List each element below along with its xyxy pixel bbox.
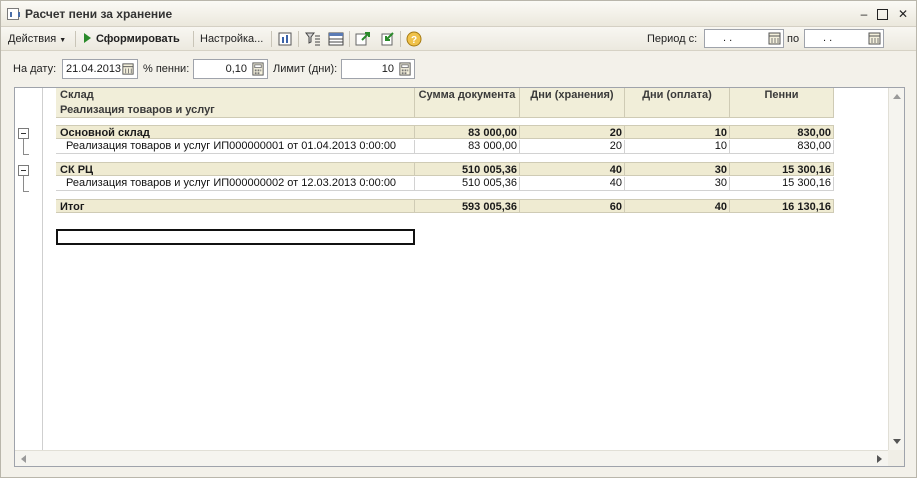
detail-amount: 510 005,36 xyxy=(415,177,520,191)
toolbar-separator xyxy=(349,31,350,47)
calculator-icon[interactable] xyxy=(251,62,265,76)
detail-penalty: 15 300,16 xyxy=(730,177,834,191)
period-from-label: Период с: xyxy=(647,33,698,45)
limit-value: 10 xyxy=(381,63,394,75)
collapse-icon[interactable] xyxy=(18,165,29,176)
header-warehouse: Склад xyxy=(56,88,415,103)
report-settings-icon[interactable] xyxy=(277,31,293,47)
scroll-left-icon[interactable] xyxy=(21,455,26,463)
calendar-icon[interactable] xyxy=(867,31,882,46)
group-days-payment: 30 xyxy=(625,162,730,176)
period-to-field[interactable]: . . xyxy=(804,29,884,48)
export-icon[interactable] xyxy=(355,31,371,47)
toolbar-separator xyxy=(298,31,299,47)
detail-days-payment: 10 xyxy=(625,140,730,154)
cell-selection[interactable] xyxy=(56,229,415,245)
window-title: Расчет пени за хранение xyxy=(25,7,173,21)
total-days-storage: 60 xyxy=(520,199,625,213)
detail-days-storage: 20 xyxy=(520,140,625,154)
report-window: Расчет пени за хранение – ✕ Действия ▼ С… xyxy=(0,0,917,478)
table-icon[interactable] xyxy=(328,31,344,47)
calendar-icon[interactable] xyxy=(767,31,782,46)
total-days-payment: 40 xyxy=(625,199,730,213)
vertical-scrollbar[interactable] xyxy=(888,88,904,450)
toolbar-separator xyxy=(271,31,272,47)
filter-icon[interactable] xyxy=(305,31,321,47)
scroll-right-icon[interactable] xyxy=(877,455,882,463)
penalty-label: % пенни: xyxy=(143,63,190,75)
group-amount: 510 005,36 xyxy=(415,162,520,176)
group-amount: 83 000,00 xyxy=(415,125,520,139)
limit-field[interactable]: 10 xyxy=(341,59,415,79)
generate-label: Сформировать xyxy=(96,33,180,45)
settings-button[interactable]: Настройка... xyxy=(200,30,263,48)
header-document: Реализация товаров и услуг xyxy=(56,103,415,118)
detail-amount: 83 000,00 xyxy=(415,140,520,154)
report-icon xyxy=(7,8,20,20)
total-penalty: 16 130,16 xyxy=(730,199,834,213)
tree-hook xyxy=(23,191,29,192)
group-penalty: 15 300,16 xyxy=(730,162,834,176)
horizontal-scrollbar[interactable] xyxy=(15,450,904,466)
toolbar-separator xyxy=(193,31,194,47)
tree-hook xyxy=(23,154,29,155)
tree-line xyxy=(23,139,24,155)
penalty-field[interactable]: 0,10 xyxy=(193,59,268,79)
chevron-down-icon: ▼ xyxy=(59,37,67,44)
group-days-payment: 10 xyxy=(625,125,730,139)
calculator-icon[interactable] xyxy=(398,62,412,76)
detail-penalty: 830,00 xyxy=(730,140,834,154)
group-days-storage: 20 xyxy=(520,125,625,139)
minimize-icon[interactable]: – xyxy=(857,7,871,21)
total-amount: 593 005,36 xyxy=(415,199,520,213)
scroll-corner xyxy=(888,450,904,466)
collapse-icon[interactable] xyxy=(18,128,29,139)
detail-days-payment: 30 xyxy=(625,177,730,191)
title-bar: Расчет пени за хранение – ✕ xyxy=(1,1,916,27)
penalty-value: 0,10 xyxy=(225,63,247,75)
report-spreadsheet[interactable]: Склад Реализация товаров и услуг Сумма д… xyxy=(14,87,905,467)
tree-line xyxy=(23,176,24,192)
detail-document[interactable]: Реализация товаров и услуг ИП000000002 о… xyxy=(56,177,415,191)
limit-label: Лимит (дни): xyxy=(273,63,338,75)
help-icon[interactable]: ? xyxy=(406,31,422,47)
period-to-value: . . xyxy=(823,32,833,44)
scroll-up-icon[interactable] xyxy=(893,94,901,99)
header-days-storage: Дни (хранения) xyxy=(520,88,625,118)
actions-label: Действия xyxy=(8,33,57,45)
play-icon xyxy=(84,33,91,43)
import-icon[interactable] xyxy=(379,31,395,47)
toolbar-separator xyxy=(400,31,401,47)
close-icon[interactable]: ✕ xyxy=(896,7,910,21)
period-from-field[interactable]: . . xyxy=(704,29,784,48)
group-name: СК РЦ xyxy=(56,162,415,176)
date-label: На дату: xyxy=(13,63,57,75)
period-to-label: по xyxy=(787,33,800,45)
header-penalty: Пенни xyxy=(730,88,834,118)
group-penalty: 830,00 xyxy=(730,125,834,139)
grouping-column xyxy=(15,88,43,450)
actions-menu[interactable]: Действия ▼ xyxy=(8,30,66,48)
calendar-icon[interactable] xyxy=(121,62,135,76)
scroll-down-icon[interactable] xyxy=(893,439,901,444)
detail-document[interactable]: Реализация товаров и услуг ИП000000001 о… xyxy=(56,140,415,154)
date-value: 21.04.2013 xyxy=(66,63,122,75)
total-label: Итог xyxy=(56,199,415,213)
toolbar-separator xyxy=(75,31,76,47)
detail-days-storage: 40 xyxy=(520,177,625,191)
group-days-storage: 40 xyxy=(520,162,625,176)
group-name: Основной склад xyxy=(56,125,415,139)
period-from-value: . . xyxy=(723,32,733,44)
header-days-payment: Дни (оплата) xyxy=(625,88,730,118)
generate-button[interactable]: Сформировать xyxy=(84,30,180,48)
maximize-icon[interactable] xyxy=(877,9,888,20)
svg-text:?: ? xyxy=(411,35,417,46)
header-amount: Сумма документа xyxy=(415,88,520,118)
date-field[interactable]: 21.04.2013 xyxy=(62,59,138,79)
